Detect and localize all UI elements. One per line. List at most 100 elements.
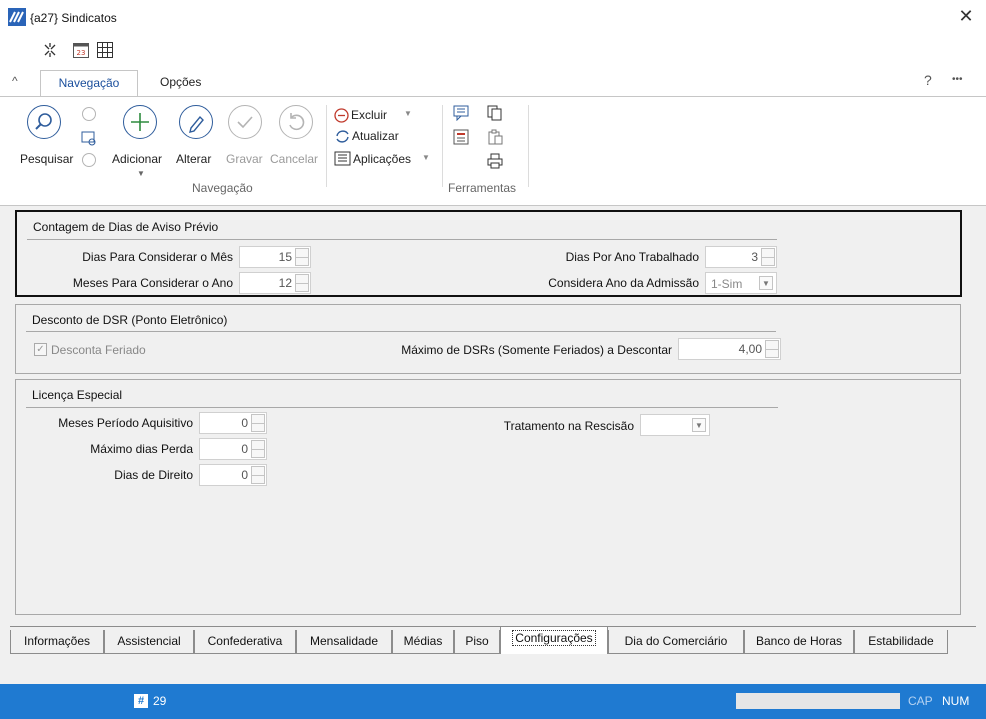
chevron-down-icon[interactable]: ▼ [692, 418, 706, 432]
bottom-tab-bar: Informações Assistencial Confederativa M… [10, 626, 976, 654]
search-icon[interactable] [27, 105, 61, 139]
tratamento-select[interactable]: ▼ [640, 414, 710, 436]
quick-access-toolbar: 23 [0, 36, 986, 64]
print-icon[interactable] [487, 153, 503, 169]
find-record-icon[interactable] [80, 131, 98, 147]
max-dsr-value: 4,00 [738, 342, 762, 356]
more-icon[interactable]: ••• [952, 74, 963, 85]
pesquisar-button[interactable]: Pesquisar [20, 152, 73, 166]
applications-icon[interactable] [334, 151, 351, 166]
aviso-previo-panel: Contagem de Dias de Aviso Prévio Dias Pa… [15, 210, 962, 297]
window-title: {a27} Sindicatos [30, 11, 117, 25]
spin-buttons[interactable] [765, 340, 779, 358]
title-bar: {a27} Sindicatos ✕ [0, 0, 986, 36]
collapse-icon[interactable] [42, 42, 58, 58]
max-dsr-label: Máximo de DSRs (Somente Feriados) a Desc… [401, 343, 672, 357]
ano-admissao-select[interactable]: 1-Sim ▼ [705, 272, 777, 294]
refresh-icon[interactable] [334, 128, 351, 145]
comment-icon[interactable] [453, 105, 469, 121]
tab-estabilidade[interactable]: Estabilidade [854, 630, 948, 654]
save-check-icon [228, 105, 262, 139]
calendar-icon[interactable]: 23 [72, 41, 90, 59]
meses-ano-value: 12 [278, 276, 292, 290]
tab-banco-horas[interactable]: Banco de Horas [744, 630, 854, 654]
ano-admissao-value: 1-Sim [711, 277, 743, 291]
undo-icon [279, 105, 313, 139]
grid-icon[interactable] [96, 41, 114, 59]
ribbon-tab-row: ^ Navegação Opções ? ••• [0, 64, 986, 96]
max-dsr-input[interactable]: 4,00 [678, 338, 781, 360]
dias-direito-input[interactable]: 0 [199, 464, 267, 486]
tratamento-label: Tratamento na Rescisão [503, 419, 634, 433]
tab-mensalidade[interactable]: Mensalidade [296, 630, 392, 654]
record-count: 29 [153, 694, 167, 708]
tab-confederativa[interactable]: Confederativa [194, 630, 296, 654]
config-content: Contagem de Dias de Aviso Prévio Dias Pa… [10, 208, 976, 620]
max-perda-label: Máximo dias Perda [90, 442, 193, 456]
tab-dia-comerciario[interactable]: Dia do Comerciário [608, 630, 744, 654]
copy-icon[interactable] [487, 105, 503, 121]
num-indicator: NUM [942, 694, 970, 708]
add-icon[interactable] [123, 105, 157, 139]
meses-periodo-value: 0 [241, 416, 248, 430]
excluir-dropdown-icon[interactable]: ▼ [404, 109, 412, 118]
tab-assistencial[interactable]: Assistencial [104, 630, 194, 654]
tab-navegacao[interactable]: Navegação [40, 70, 138, 96]
licenca-panel: Licença Especial Meses Período Aquisitiv… [15, 379, 961, 615]
arrow-down-icon [82, 107, 96, 121]
delete-icon[interactable] [334, 108, 349, 123]
max-perda-input[interactable]: 0 [199, 438, 267, 460]
max-perda-value: 0 [241, 442, 248, 456]
dsr-panel: Desconto de DSR (Ponto Eletrônico) ✓ Des… [15, 304, 961, 374]
group-ferramentas-label: Ferramentas [448, 181, 517, 195]
panel-title: Licença Especial [32, 388, 123, 402]
dias-direito-label: Dias de Direito [114, 468, 193, 482]
atualizar-button[interactable]: Atualizar [352, 129, 399, 143]
spin-buttons[interactable] [251, 414, 265, 432]
dias-mes-input[interactable]: 15 [239, 246, 311, 268]
tab-opcoes[interactable]: Opções [152, 70, 209, 96]
dias-mes-label: Dias Para Considerar o Mês [82, 250, 233, 264]
close-icon[interactable]: ✕ [956, 6, 976, 26]
dias-ano-value: 3 [751, 250, 758, 264]
app-logo-icon [8, 8, 26, 26]
tab-configuracoes[interactable]: Configurações [500, 626, 608, 654]
hash-icon: # [134, 694, 148, 708]
chevron-down-icon[interactable]: ▼ [759, 276, 773, 290]
ribbon-separator [326, 105, 327, 187]
tab-piso[interactable]: Piso [454, 630, 500, 654]
spin-buttons[interactable] [251, 440, 265, 458]
ribbon-separator [442, 105, 443, 187]
spin-buttons[interactable] [251, 466, 265, 484]
aplicacoes-dropdown-icon[interactable]: ▼ [422, 153, 430, 162]
spin-buttons[interactable] [295, 274, 309, 292]
panel-title: Contagem de Dias de Aviso Prévio [33, 220, 219, 234]
aplicacoes-button[interactable]: Aplicações [353, 152, 411, 166]
adicionar-button[interactable]: Adicionar [112, 152, 162, 166]
dias-ano-input[interactable]: 3 [705, 246, 777, 268]
tab-configuracoes-label: Configurações [512, 630, 596, 646]
panel-title: Desconto de DSR (Ponto Eletrônico) [32, 313, 228, 327]
alterar-button[interactable]: Alterar [176, 152, 211, 166]
meses-periodo-label: Meses Período Aquisitivo [58, 416, 193, 430]
meses-ano-label: Meses Para Considerar o Ano [72, 276, 233, 290]
report-icon[interactable] [453, 129, 469, 145]
tab-medias[interactable]: Médias [392, 630, 454, 654]
dropdown-arrow-icon[interactable]: ▼ [137, 169, 145, 178]
ribbon: Pesquisar Adicionar ▼ Alterar Gravar Can… [0, 96, 986, 206]
ribbon-separator [528, 105, 529, 187]
desconta-feriado-checkbox[interactable]: ✓ [34, 343, 47, 356]
spin-buttons[interactable] [295, 248, 309, 266]
excluir-button[interactable]: Excluir [351, 108, 387, 122]
meses-ano-input[interactable]: 12 [239, 272, 311, 294]
paste-icon[interactable] [487, 129, 503, 145]
tab-informacoes[interactable]: Informações [10, 630, 104, 654]
panel-divider [26, 407, 778, 408]
chevron-up-icon[interactable]: ^ [12, 74, 18, 88]
help-icon[interactable]: ? [924, 72, 932, 88]
panel-divider [26, 331, 776, 332]
svg-text:23: 23 [77, 49, 86, 57]
edit-icon[interactable] [179, 105, 213, 139]
spin-buttons[interactable] [761, 248, 775, 266]
meses-periodo-input[interactable]: 0 [199, 412, 267, 434]
